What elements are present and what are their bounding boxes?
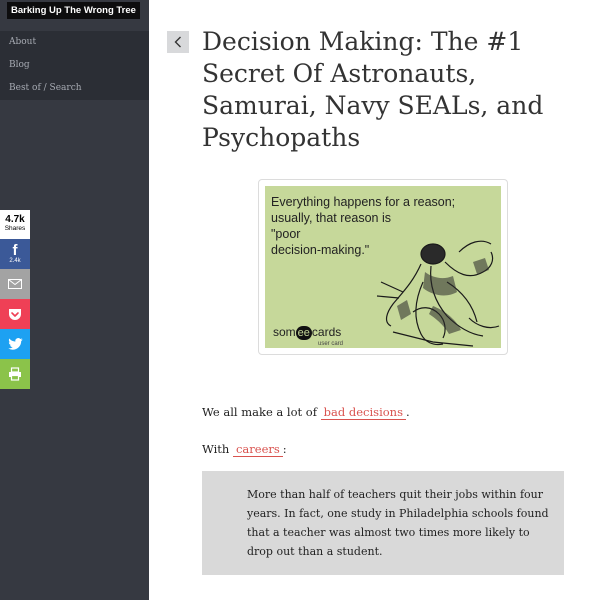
blockquote: More than half of teachers quit their jo… (202, 471, 564, 575)
site-title[interactable]: Barking Up The Wrong Tree (7, 2, 140, 19)
twitter-icon (7, 338, 23, 350)
share-count-number: 4.7k (5, 214, 25, 225)
article-image: Everything happens for a reason; usually… (258, 179, 508, 355)
pocket-share-button[interactable] (0, 299, 30, 329)
paragraph-bad-decisions: We all make a lot of bad decisions. (202, 405, 410, 420)
print-icon (9, 367, 21, 381)
facebook-share-count: 2.4k (9, 258, 21, 264)
article-title: Decision Making: The #1 Secret Of Astron… (202, 27, 544, 152)
ecard-subtitle: user card (318, 341, 344, 347)
mail-icon (8, 279, 22, 289)
careers-link[interactable]: careers (232, 442, 283, 457)
paragraph-careers: With careers: (202, 442, 287, 457)
nav-menu: About Blog Best of / Search (0, 31, 149, 100)
share-bar: 4.7k Shares f 2.4k (0, 210, 30, 389)
ecard: Everything happens for a reason; usually… (265, 186, 501, 348)
share-count: 4.7k Shares (0, 210, 30, 239)
someecards-logo: som ee cards (273, 325, 342, 340)
email-share-button[interactable] (0, 269, 30, 299)
chevron-left-icon (174, 36, 181, 48)
nav-item-about[interactable]: About (0, 31, 149, 54)
pocket-icon (9, 308, 21, 320)
back-button[interactable] (167, 31, 189, 53)
facebook-share-button[interactable]: f 2.4k (0, 239, 30, 269)
nav-item-best-of-search[interactable]: Best of / Search (0, 77, 149, 100)
share-count-label: Shares (4, 225, 26, 232)
facebook-icon: f (12, 242, 18, 259)
bad-decisions-link[interactable]: bad decisions (320, 405, 406, 420)
twitter-share-button[interactable] (0, 329, 30, 359)
nav-item-blog[interactable]: Blog (0, 54, 149, 77)
ecard-illustration (376, 240, 500, 347)
print-share-button[interactable] (0, 359, 30, 389)
